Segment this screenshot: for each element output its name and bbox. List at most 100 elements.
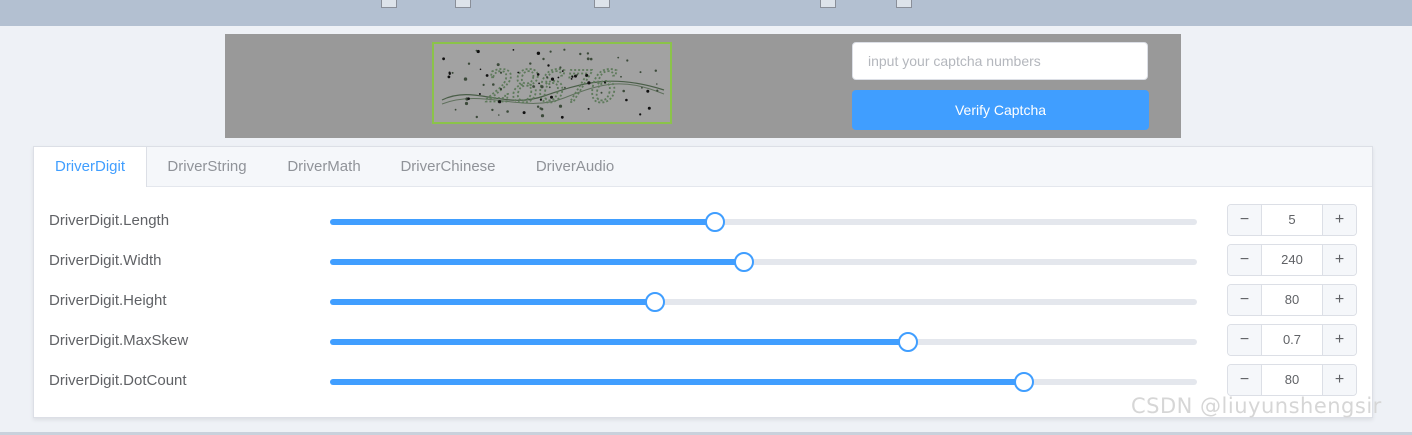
noise-dot	[570, 78, 573, 80]
noise-dot	[478, 93, 481, 95]
stepper-value[interactable]: 0.7	[1262, 325, 1322, 355]
captcha-text: 28676	[485, 62, 617, 113]
captcha-image[interactable]: 28676	[432, 42, 672, 124]
stepper-value[interactable]: 80	[1262, 365, 1322, 395]
stepper-value[interactable]: 80	[1262, 285, 1322, 315]
noise-dot	[499, 71, 503, 74]
noise-dot	[451, 71, 454, 74]
width-slider[interactable]	[330, 252, 1197, 272]
noise-dot	[604, 81, 606, 84]
noise-dot	[539, 107, 542, 110]
width-stepper[interactable]: − 240 +	[1227, 244, 1357, 276]
tab-driver-math[interactable]: DriverMath	[267, 147, 381, 187]
dotcount-stepper[interactable]: − 80 +	[1227, 364, 1357, 396]
noise-dot	[500, 88, 502, 90]
height-stepper[interactable]: − 80 +	[1227, 284, 1357, 316]
noise-dot	[496, 63, 500, 67]
noise-dot	[587, 107, 590, 110]
noise-dot	[547, 64, 550, 67]
noise-dot	[546, 76, 548, 78]
setting-row-dotcount: DriverDigit.DotCount − 80 +	[34, 364, 1372, 398]
noise-dot	[529, 62, 532, 65]
noise-dot	[442, 57, 445, 61]
verify-captcha-button[interactable]: Verify Captcha	[852, 90, 1149, 130]
noise-dot	[656, 89, 659, 92]
noise-dot	[639, 113, 642, 116]
noise-dot	[589, 57, 593, 61]
broken-image-icon[interactable]	[455, 0, 471, 8]
decrease-button[interactable]: −	[1228, 325, 1262, 355]
setting-label: DriverDigit.DotCount	[49, 372, 187, 389]
noise-dot	[559, 66, 562, 69]
dotcount-slider[interactable]	[330, 372, 1197, 392]
noise-dot	[463, 77, 468, 81]
noise-dot	[639, 71, 642, 74]
noise-dot	[498, 100, 502, 104]
noise-dot	[479, 68, 482, 71]
noise-dot	[656, 83, 658, 85]
slider-fill	[330, 299, 656, 305]
noise-dot	[512, 49, 515, 51]
noise-dot	[536, 51, 541, 55]
noise-dot	[561, 70, 564, 72]
noise-dot	[540, 85, 544, 89]
noise-dot	[641, 86, 643, 89]
noise-dot	[586, 57, 590, 61]
noise-dot	[563, 48, 566, 51]
noise-dot	[549, 50, 552, 53]
tab-driver-chinese[interactable]: DriverChinese	[381, 147, 515, 187]
noise-dot	[558, 104, 563, 108]
setting-label: DriverDigit.MaxSkew	[49, 332, 189, 349]
stepper-value[interactable]: 5	[1262, 205, 1322, 235]
noise-dot	[532, 85, 535, 88]
noise-dot	[600, 91, 603, 94]
noise-dot	[620, 75, 622, 78]
stepper-value[interactable]: 240	[1262, 245, 1322, 275]
noise-dot	[539, 98, 542, 101]
height-slider[interactable]	[330, 292, 1197, 312]
noise-dot	[448, 71, 451, 74]
increase-button[interactable]: +	[1322, 365, 1356, 395]
noise-dot	[626, 59, 629, 62]
noise-dot	[536, 73, 540, 76]
slider-handle[interactable]	[645, 292, 666, 312]
maxskew-stepper[interactable]: − 0.7 +	[1227, 324, 1357, 356]
broken-image-icon[interactable]	[820, 0, 836, 8]
increase-button[interactable]: +	[1322, 325, 1356, 355]
noise-dot	[550, 95, 553, 99]
broken-image-icon[interactable]	[896, 0, 912, 8]
tab-driver-digit[interactable]: DriverDigit	[34, 147, 147, 187]
noise-dot	[564, 86, 566, 89]
setting-row-length: DriverDigit.Length − 5 +	[34, 204, 1372, 238]
decrease-button[interactable]: −	[1228, 285, 1262, 315]
decrease-button[interactable]: −	[1228, 365, 1262, 395]
slider-handle[interactable]	[704, 212, 725, 232]
setting-row-height: DriverDigit.Height − 80 +	[34, 284, 1372, 318]
slider-fill	[330, 339, 909, 345]
tab-driver-string[interactable]: DriverString	[147, 147, 267, 187]
noise-dot	[542, 57, 545, 61]
increase-button[interactable]: +	[1322, 205, 1356, 235]
slider-handle[interactable]	[1013, 372, 1034, 392]
length-slider[interactable]	[330, 212, 1197, 232]
broken-image-icon[interactable]	[381, 0, 397, 8]
noise-dot	[576, 74, 578, 76]
noise-dot	[571, 75, 574, 78]
length-stepper[interactable]: − 5 +	[1227, 204, 1357, 236]
slider-handle[interactable]	[734, 252, 755, 272]
slider-fill	[330, 219, 715, 225]
slider-handle[interactable]	[898, 332, 919, 352]
increase-button[interactable]: +	[1322, 285, 1356, 315]
increase-button[interactable]: +	[1322, 245, 1356, 275]
noise-dot	[467, 97, 470, 100]
maxskew-slider[interactable]	[330, 332, 1197, 352]
captcha-input[interactable]	[852, 42, 1148, 80]
noise-dot	[647, 106, 651, 110]
broken-image-icon[interactable]	[594, 0, 610, 8]
decrease-button[interactable]: −	[1228, 205, 1262, 235]
noise-dot	[548, 86, 551, 89]
decrease-button[interactable]: −	[1228, 245, 1262, 275]
noise-dot	[467, 62, 471, 65]
tab-driver-audio[interactable]: DriverAudio	[515, 147, 635, 187]
slider-fill	[330, 259, 745, 265]
